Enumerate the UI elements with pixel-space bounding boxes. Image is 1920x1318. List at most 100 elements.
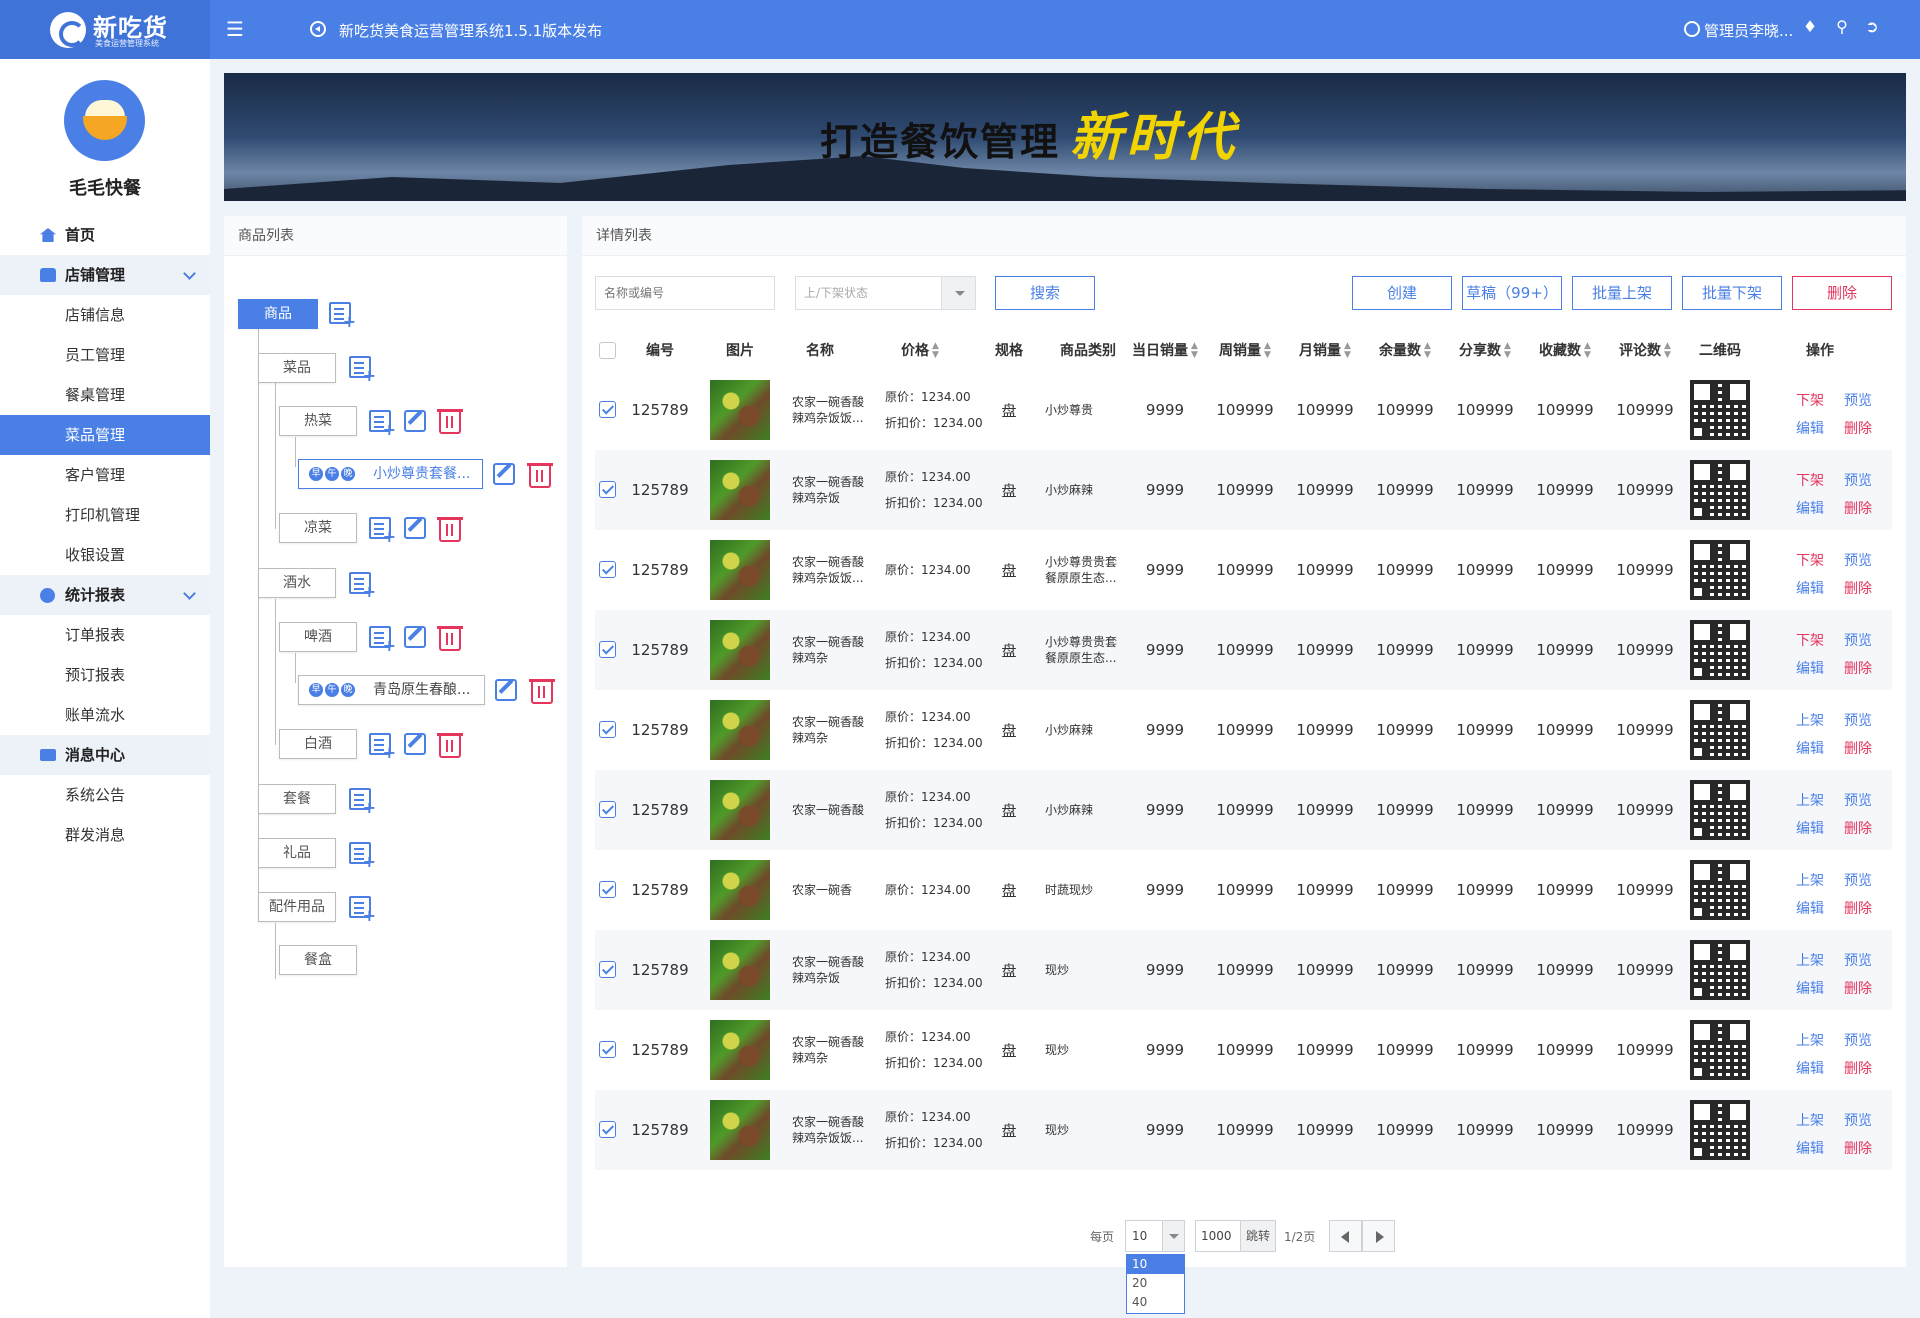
delete-link[interactable]: 删除 bbox=[1844, 898, 1872, 918]
preview-link[interactable]: 预览 bbox=[1844, 390, 1872, 410]
next-page-button[interactable] bbox=[1362, 1220, 1395, 1252]
row-checkbox[interactable] bbox=[599, 1121, 616, 1138]
logout-icon[interactable]: ➲ bbox=[1862, 17, 1882, 36]
shelf-toggle-link[interactable]: 上架 bbox=[1796, 790, 1824, 810]
row-checkbox[interactable] bbox=[599, 1041, 616, 1058]
preview-link[interactable]: 预览 bbox=[1844, 630, 1872, 650]
qrcode-icon[interactable] bbox=[1690, 380, 1750, 440]
tree-node-cold-dishes[interactable]: 凉菜 bbox=[279, 513, 357, 543]
add-list-icon[interactable] bbox=[369, 410, 396, 438]
shelf-toggle-link[interactable]: 下架 bbox=[1796, 390, 1824, 410]
edit-link[interactable]: 编辑 bbox=[1796, 898, 1824, 918]
tree-node-hot-dishes[interactable]: 热菜 bbox=[279, 406, 357, 436]
edit-icon[interactable] bbox=[495, 679, 517, 701]
table-row[interactable]: 125789 农家一碗香酸辣鸡杂 原价：1234.00 折扣价：1234.00 盘小炒尊… bbox=[595, 610, 1892, 690]
status-select[interactable]: 上/下架状态 bbox=[795, 276, 976, 310]
qrcode-icon[interactable] bbox=[1690, 700, 1750, 760]
preview-link[interactable]: 预览 bbox=[1844, 1030, 1872, 1050]
col-daily-sales[interactable]: 当日销量 ▲ ▼ bbox=[1125, 333, 1205, 369]
preview-link[interactable]: 预览 bbox=[1844, 550, 1872, 570]
user-name[interactable]: 管理员李晓... bbox=[1704, 20, 1793, 41]
edit-link[interactable]: 编辑 bbox=[1796, 498, 1824, 518]
trash-icon[interactable] bbox=[437, 626, 463, 651]
delete-link[interactable]: 删除 bbox=[1844, 1138, 1872, 1158]
row-checkbox[interactable] bbox=[599, 961, 616, 978]
preview-link[interactable]: 预览 bbox=[1844, 790, 1872, 810]
per-page-option[interactable]: 10 bbox=[1127, 1255, 1184, 1274]
trash-icon[interactable] bbox=[529, 679, 555, 704]
trash-icon[interactable] bbox=[437, 733, 463, 758]
add-list-icon[interactable] bbox=[329, 302, 356, 330]
edit-link[interactable]: 编辑 bbox=[1796, 818, 1824, 838]
sidebar-item-printers[interactable]: 打印机管理 bbox=[0, 495, 210, 535]
trash-icon[interactable] bbox=[527, 463, 553, 488]
edit-link[interactable]: 编辑 bbox=[1796, 738, 1824, 758]
sidebar-item-staff[interactable]: 员工管理 bbox=[0, 335, 210, 375]
edit-link[interactable]: 编辑 bbox=[1796, 658, 1824, 678]
per-page-select[interactable]: 10 bbox=[1125, 1220, 1185, 1252]
delete-link[interactable]: 删除 bbox=[1844, 418, 1872, 438]
sidebar-item-cashier[interactable]: 收银设置 bbox=[0, 535, 210, 575]
tree-node-root[interactable]: 商品 bbox=[238, 299, 318, 329]
edit-icon[interactable] bbox=[404, 626, 426, 648]
add-list-icon[interactable] bbox=[349, 842, 376, 870]
search-input[interactable] bbox=[595, 276, 775, 310]
table-row[interactable]: 125789 农家一碗香酸 原价：1234.00 折扣价：1234.00 盘小炒麻辣 99… bbox=[595, 770, 1892, 850]
sidebar-item-order-report[interactable]: 订单报表 bbox=[0, 615, 210, 655]
menu-toggle-icon[interactable]: ☰ bbox=[226, 19, 244, 39]
col-monthly-sales[interactable]: 月销量 ▲ ▼ bbox=[1290, 333, 1360, 369]
shop-avatar[interactable] bbox=[64, 80, 145, 161]
qrcode-icon[interactable] bbox=[1690, 620, 1750, 680]
per-page-option[interactable]: 40 bbox=[1127, 1293, 1184, 1312]
sidebar-group-messages[interactable]: 消息中心 bbox=[0, 735, 210, 775]
trash-icon[interactable] bbox=[437, 517, 463, 542]
page-jump-button[interactable]: 跳转 bbox=[1241, 1220, 1276, 1252]
food-thumbnail[interactable] bbox=[710, 940, 770, 1000]
edit-icon[interactable] bbox=[404, 410, 426, 432]
table-row[interactable]: 125789 农家一碗香酸辣鸡杂饭饭... 原价：1234.00 盘 小炒尊贵贵套餐原原… bbox=[595, 530, 1892, 610]
shelf-toggle-link[interactable]: 下架 bbox=[1796, 470, 1824, 490]
edit-icon[interactable] bbox=[493, 463, 515, 485]
tree-node-accessories[interactable]: 配件用品 bbox=[258, 892, 336, 922]
row-checkbox[interactable] bbox=[599, 721, 616, 738]
delete-link[interactable]: 删除 bbox=[1844, 578, 1872, 598]
food-thumbnail[interactable] bbox=[710, 700, 770, 760]
row-checkbox[interactable] bbox=[599, 641, 616, 658]
qrcode-icon[interactable] bbox=[1690, 860, 1750, 920]
preview-link[interactable]: 预览 bbox=[1844, 470, 1872, 490]
select-all-checkbox[interactable] bbox=[599, 342, 616, 359]
qrcode-icon[interactable] bbox=[1690, 1100, 1750, 1160]
edit-icon[interactable] bbox=[404, 517, 426, 539]
food-thumbnail[interactable] bbox=[710, 780, 770, 840]
edit-link[interactable]: 编辑 bbox=[1796, 1138, 1824, 1158]
tree-node-dish-hot[interactable]: 早午晚 小炒尊贵套餐... bbox=[298, 459, 483, 489]
col-favorites[interactable]: 收藏数 ▲ ▼ bbox=[1530, 333, 1600, 369]
food-thumbnail[interactable] bbox=[710, 460, 770, 520]
qrcode-icon[interactable] bbox=[1690, 540, 1750, 600]
add-list-icon[interactable] bbox=[369, 626, 396, 654]
preview-link[interactable]: 预览 bbox=[1844, 870, 1872, 890]
preview-link[interactable]: 预览 bbox=[1844, 1110, 1872, 1130]
page-jump-input[interactable]: 1000 bbox=[1195, 1220, 1241, 1252]
add-list-icon[interactable] bbox=[349, 356, 376, 384]
sidebar-item-bills[interactable]: 账单流水 bbox=[0, 695, 210, 735]
food-thumbnail[interactable] bbox=[710, 1020, 770, 1080]
food-thumbnail[interactable] bbox=[710, 380, 770, 440]
qrcode-icon[interactable] bbox=[1690, 1020, 1750, 1080]
delete-link[interactable]: 删除 bbox=[1844, 658, 1872, 678]
batch-off-shelf-button[interactable]: 批量下架 bbox=[1682, 276, 1782, 310]
edit-icon[interactable] bbox=[404, 733, 426, 755]
sidebar-item-dishes[interactable]: 菜品管理 bbox=[0, 415, 210, 455]
table-row[interactable]: 125789 农家一碗香酸辣鸡杂饭 原价：1234.00 折扣价：1234.00 盘现炒… bbox=[595, 930, 1892, 1010]
food-thumbnail[interactable] bbox=[710, 1100, 770, 1160]
add-list-icon[interactable] bbox=[369, 733, 396, 761]
sidebar-item-shop-info[interactable]: 店铺信息 bbox=[0, 295, 210, 335]
sidebar-item-broadcast[interactable]: 群发消息 bbox=[0, 815, 210, 855]
sidebar-group-shop[interactable]: 店铺管理 bbox=[0, 255, 210, 295]
delete-link[interactable]: 删除 bbox=[1844, 498, 1872, 518]
prev-page-button[interactable] bbox=[1329, 1220, 1362, 1252]
preview-link[interactable]: 预览 bbox=[1844, 710, 1872, 730]
tree-node-drinks[interactable]: 酒水 bbox=[258, 568, 336, 598]
col-price[interactable]: 价格 ▲ ▼ bbox=[870, 333, 970, 369]
qrcode-icon[interactable] bbox=[1690, 940, 1750, 1000]
